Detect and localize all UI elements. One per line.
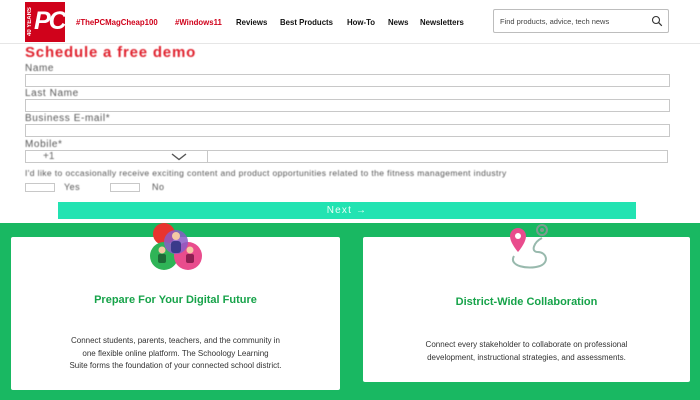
pcmag-logo[interactable]: 40 YEARS PC xyxy=(25,2,67,42)
nav-item-best-products[interactable]: Best Products xyxy=(280,17,333,27)
name-field[interactable] xyxy=(25,74,670,87)
mobile-field[interactable] xyxy=(208,150,668,163)
nav-item-windows11[interactable]: #Windows11 xyxy=(175,17,222,27)
card-text-line: Suite forms the foundation of your conne… xyxy=(69,361,282,370)
card-text-line: Connect students, parents, teachers, and… xyxy=(70,336,280,345)
country-code-select[interactable]: +1 xyxy=(25,150,208,163)
consent-yes-radio[interactable] xyxy=(25,183,55,192)
card-title-collaboration: District-Wide Collaboration xyxy=(455,296,598,308)
consent-yes-label: Yes xyxy=(64,182,81,192)
nav-item-reviews[interactable]: Reviews xyxy=(236,17,267,27)
card-text-line: development, instructional strategies, a… xyxy=(427,352,626,362)
email-field[interactable] xyxy=(25,124,670,137)
country-code-value: +1 xyxy=(43,151,55,162)
nav-item-newsletters[interactable]: Newsletters xyxy=(420,17,464,27)
search-input[interactable]: Find products, advice, tech news xyxy=(493,9,669,33)
connected-people-icon xyxy=(150,223,202,270)
consent-no-radio[interactable] xyxy=(110,183,140,192)
map-pin-route-icon xyxy=(510,224,548,269)
name-label: Name xyxy=(25,63,55,74)
chevron-down-icon xyxy=(171,153,187,161)
search-placeholder: Find products, advice, tech news xyxy=(500,17,610,26)
form-title: Schedule a free demo xyxy=(25,44,197,61)
mobile-label: Mobile* xyxy=(25,139,63,150)
search-icon[interactable] xyxy=(651,15,663,27)
consent-no-label: No xyxy=(152,182,165,192)
email-label: Business E-mail* xyxy=(25,113,111,124)
card-text-digital-future: Connect students, parents, teachers, and… xyxy=(11,335,340,373)
main-nav: #ThePCMagCheap100 #Windows11 Reviews Bes… xyxy=(76,0,468,44)
card-text-line: Connect every stakeholder to collaborate… xyxy=(425,340,628,349)
card-title-digital-future: Prepare For Your Digital Future xyxy=(94,294,257,306)
consent-text: I'd like to occasionally receive excitin… xyxy=(25,168,507,178)
nav-item-how-to[interactable]: How-To xyxy=(347,17,375,27)
card-text-line: one flexible online platform. The School… xyxy=(82,348,269,358)
nav-item-cheap100[interactable]: #ThePCMagCheap100 xyxy=(76,17,158,27)
logo-years-text: 40 YEARS xyxy=(27,7,33,37)
next-button[interactable]: Next → xyxy=(58,202,636,219)
last-name-field[interactable] xyxy=(25,99,670,112)
card-text-collaboration: Connect every stakeholder to collaborate… xyxy=(363,339,690,364)
nav-item-news[interactable]: News xyxy=(388,17,408,27)
site-header: 40 YEARS PC #ThePCMagCheap100 #Windows11… xyxy=(0,0,700,44)
logo-pc-text: PC xyxy=(34,7,67,35)
last-name-label: Last Name xyxy=(25,88,79,99)
